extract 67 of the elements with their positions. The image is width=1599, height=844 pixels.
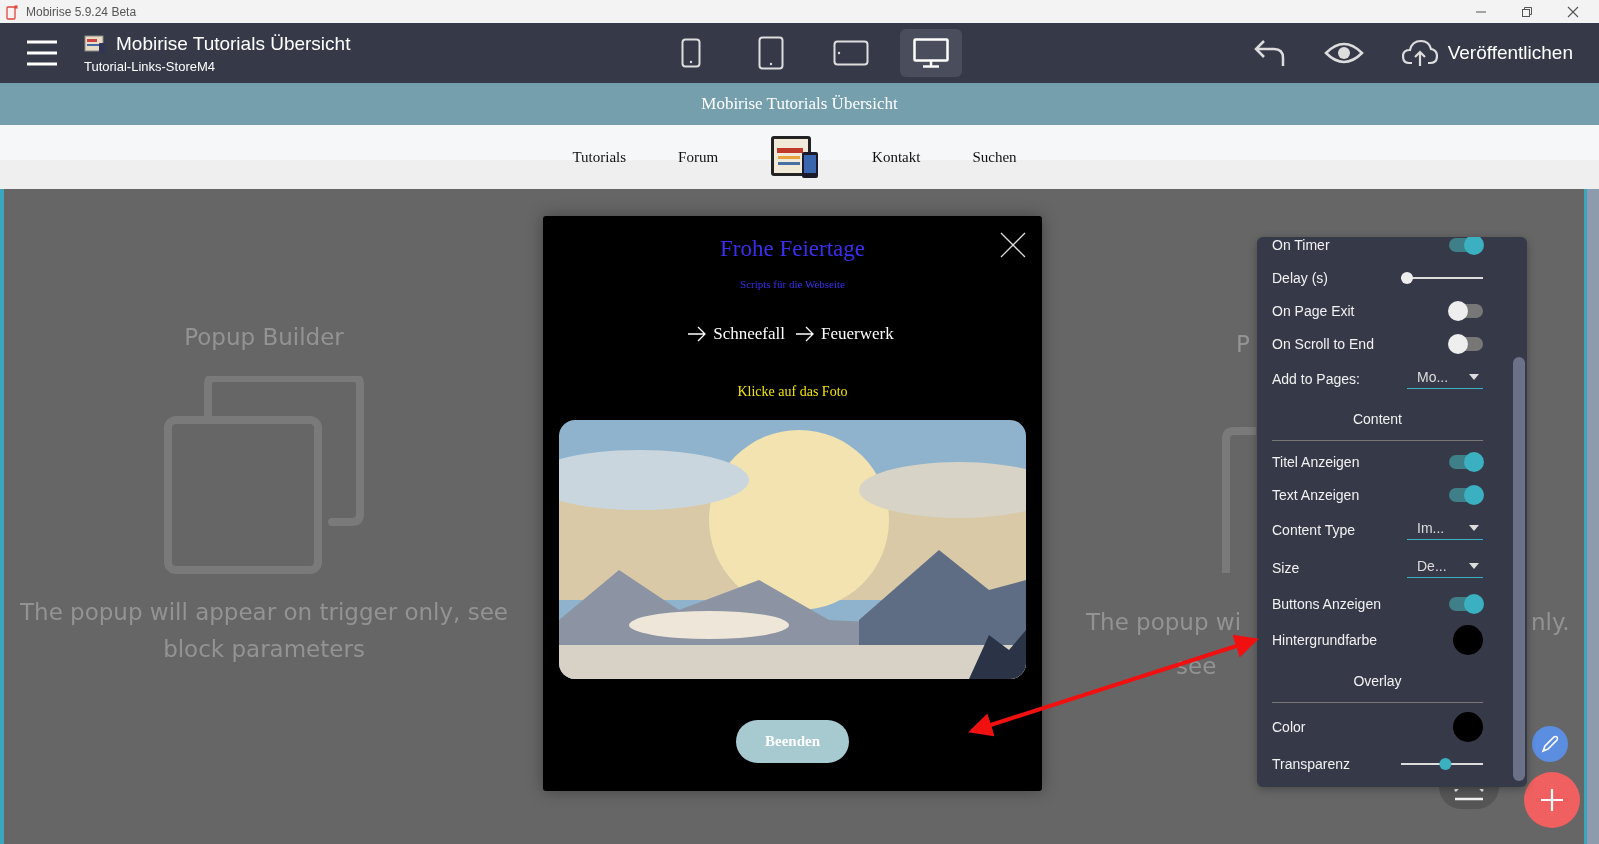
nav-link[interactable]: Tutorials xyxy=(572,148,627,166)
setting-label: Text Anzeigen xyxy=(1272,486,1360,503)
desktop-view-button[interactable] xyxy=(900,29,962,77)
setting-label: On Scroll to End xyxy=(1272,335,1374,352)
preview-eye-icon[interactable] xyxy=(1323,41,1364,65)
toggle-switch[interactable] xyxy=(1449,596,1483,611)
toggle-switch[interactable] xyxy=(1449,336,1483,351)
setting-label: Transparenz xyxy=(1272,755,1351,772)
arrow-icon xyxy=(795,326,815,342)
tablet-landscape-icon xyxy=(833,40,869,66)
popup-link[interactable]: Schneefall xyxy=(713,324,785,344)
tablet-icon xyxy=(758,36,784,70)
edit-style-button[interactable] xyxy=(1532,726,1568,762)
setting-label: Add to Pages: xyxy=(1272,371,1360,387)
caret-icon xyxy=(1469,525,1479,531)
undo-icon[interactable] xyxy=(1253,38,1286,68)
caret-icon xyxy=(1469,374,1479,380)
phone-icon xyxy=(681,38,701,68)
setting-label: On Timer xyxy=(1272,237,1330,253)
setting-label: Titel Anzeigen xyxy=(1272,453,1360,470)
setting-label: Hintergrundfarbe xyxy=(1272,632,1378,648)
monitor-icon xyxy=(913,38,949,68)
close-icon[interactable] xyxy=(1567,5,1579,18)
cloud-upload-icon xyxy=(1401,39,1438,67)
scroll-up-button[interactable] xyxy=(1439,787,1499,809)
menu-icon[interactable] xyxy=(26,40,58,66)
setting-label: Color xyxy=(1272,719,1306,735)
toggle-switch[interactable] xyxy=(1449,303,1483,318)
setting-label: Delay (s) xyxy=(1272,269,1328,286)
nav-link[interactable]: Kontakt xyxy=(872,148,921,166)
nav-link[interactable]: Forum xyxy=(678,148,719,166)
dropdown[interactable]: Mo... xyxy=(1407,369,1483,389)
restore-icon[interactable] xyxy=(1521,5,1533,18)
dropdown[interactable]: Im... xyxy=(1407,520,1483,540)
publish-button[interactable]: Veröffentlichen xyxy=(1401,39,1573,67)
section-heading: Overlay xyxy=(1353,673,1402,689)
scrollbar[interactable] xyxy=(1513,357,1525,781)
caret-icon xyxy=(1469,563,1479,569)
toggle-switch[interactable] xyxy=(1449,237,1483,252)
setting-label: On Page Exit xyxy=(1272,302,1355,319)
arrow-icon xyxy=(687,326,708,342)
nav-link[interactable]: Suchen xyxy=(972,148,1017,166)
color-swatch[interactable] xyxy=(1453,712,1483,742)
plus-icon xyxy=(1539,787,1565,813)
project-subtitle: Tutorial-Links-StoreM4 xyxy=(84,58,216,74)
add-block-button[interactable] xyxy=(1524,772,1580,828)
app-icon xyxy=(6,3,20,20)
window-title: Mobirise 5.9.24 Beta xyxy=(26,4,137,19)
popup-subtitle: Scripts für die Webseite xyxy=(740,278,845,290)
section-heading: Content xyxy=(1352,411,1402,427)
slider-thumb[interactable] xyxy=(1401,271,1413,284)
color-swatch[interactable] xyxy=(1453,625,1483,655)
site-title: Mobirise Tutorials Übersicht xyxy=(701,94,898,114)
toggle-switch[interactable] xyxy=(1449,487,1483,502)
toggle-switch[interactable] xyxy=(1449,454,1483,469)
project-title: Mobirise Tutorials Übersicht xyxy=(116,32,351,55)
setting-label: Buttons Anzeigen xyxy=(1272,595,1381,612)
pen-icon xyxy=(1540,734,1560,754)
popup-title: Frohe Feiertage xyxy=(720,236,865,262)
dropdown[interactable]: De... xyxy=(1407,558,1483,578)
slider-thumb[interactable] xyxy=(1439,757,1452,770)
project-thumbnail-icon xyxy=(84,33,106,54)
setting-label: Content Type xyxy=(1272,522,1356,538)
setting-label: Size xyxy=(1272,560,1300,576)
scrollbar[interactable] xyxy=(1587,189,1599,844)
popup-link[interactable]: Feuerwerk xyxy=(821,324,894,344)
popup-hint: Klicke auf das Foto xyxy=(737,384,848,400)
